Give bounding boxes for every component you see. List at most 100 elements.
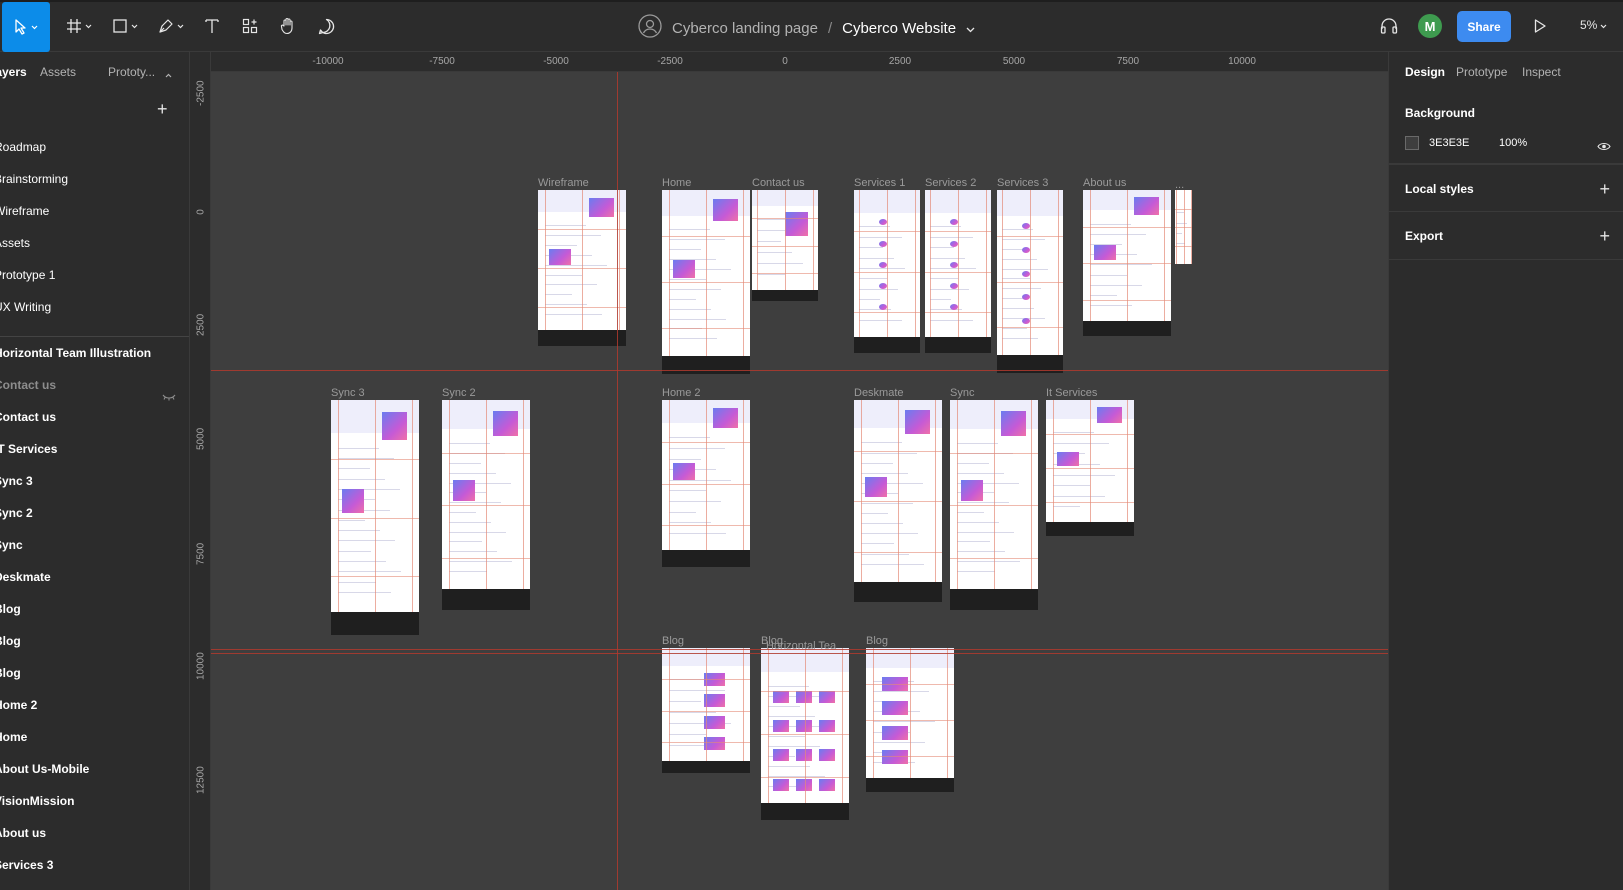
frame-label[interactable]: Services 1 bbox=[854, 177, 905, 189]
resources-tool[interactable] bbox=[238, 10, 262, 42]
pen-tool[interactable] bbox=[154, 10, 188, 42]
page-item-roadmap[interactable]: Roadmap bbox=[0, 131, 189, 163]
layer-item[interactable]: Deskmate bbox=[0, 561, 189, 593]
chevron-up-icon[interactable] bbox=[165, 67, 172, 81]
frame-label[interactable]: Sync bbox=[950, 387, 974, 399]
hand-tool[interactable] bbox=[276, 10, 300, 42]
layer-item[interactable]: Sync 2 bbox=[0, 497, 189, 529]
tab-layers[interactable]: Layers bbox=[0, 65, 27, 79]
frame-label[interactable]: Wireframe bbox=[538, 177, 589, 189]
frame-image bbox=[1093, 245, 1117, 260]
page-item-prototype-1[interactable]: Prototype 1 bbox=[0, 259, 189, 291]
frame-thumbnail[interactable] bbox=[662, 648, 750, 773]
frame-thumbnail[interactable] bbox=[866, 648, 954, 792]
frame-label[interactable]: Sync 3 bbox=[331, 387, 365, 399]
layer-item[interactable]: Blog bbox=[0, 593, 189, 625]
layer-item-hidden[interactable]: Contact us bbox=[0, 369, 189, 401]
layer-item[interactable]: Blog bbox=[0, 657, 189, 689]
frame-thumbnail[interactable] bbox=[925, 190, 991, 353]
frame-label[interactable]: Deskmate bbox=[854, 387, 904, 399]
frame-text-line bbox=[545, 284, 597, 285]
frame-label[interactable]: Contact us bbox=[752, 177, 805, 189]
frame-text-line bbox=[545, 294, 573, 295]
layer-item[interactable]: Blog bbox=[0, 625, 189, 657]
frame-label[interactable]: Sync 2 bbox=[442, 387, 476, 399]
layer-item[interactable]: Home 2 bbox=[0, 689, 189, 721]
eye-icon[interactable] bbox=[1597, 138, 1611, 156]
frame-thumbnail[interactable] bbox=[761, 648, 849, 820]
frame-thumbnail[interactable] bbox=[854, 190, 920, 353]
text-tool[interactable] bbox=[200, 10, 224, 42]
frame-label[interactable]: Home 2 bbox=[662, 387, 701, 399]
canvas[interactable]: Wireframe Home Contact us Services 1 Service… bbox=[190, 52, 1388, 890]
frame-text-line bbox=[768, 736, 805, 737]
layer-item[interactable]: Home bbox=[0, 721, 189, 753]
frame-thumbnail[interactable] bbox=[1046, 400, 1134, 536]
present-button[interactable] bbox=[1528, 10, 1552, 42]
layer-item[interactable]: Sync bbox=[0, 529, 189, 561]
share-button[interactable]: Share bbox=[1457, 11, 1511, 42]
frame-thumbnail[interactable] bbox=[331, 400, 419, 635]
move-tool[interactable] bbox=[2, 2, 50, 52]
background-color-swatch[interactable] bbox=[1405, 136, 1419, 150]
layer-item[interactable]: Horizontal Team Illustration bbox=[0, 337, 189, 369]
zoom-menu[interactable]: 5% bbox=[1580, 18, 1607, 32]
page-item-wireframe[interactable]: Wireframe bbox=[0, 195, 189, 227]
project-name[interactable]: Cyberco landing page bbox=[672, 20, 818, 37]
chevron-down-icon[interactable] bbox=[966, 20, 975, 37]
tab-assets[interactable]: Assets bbox=[40, 65, 76, 79]
layout-grid-row bbox=[662, 282, 750, 283]
frame-label[interactable]: About us bbox=[1083, 177, 1126, 189]
add-style-button[interactable]: + bbox=[1599, 180, 1610, 198]
frame-label[interactable]: Horizontal Tea bbox=[766, 640, 836, 652]
ruler-vertical[interactable]: -2500 0 2500 5000 7500 10000 12500 bbox=[190, 52, 211, 890]
frame-label[interactable]: Blog bbox=[866, 635, 888, 647]
frame-thumbnail[interactable] bbox=[1175, 190, 1192, 264]
file-name[interactable]: Cyberco Website bbox=[842, 20, 956, 37]
frame-label[interactable]: Services 2 bbox=[925, 177, 976, 189]
add-export-button[interactable]: + bbox=[1599, 227, 1610, 245]
tab-inspect[interactable]: Inspect bbox=[1522, 65, 1561, 79]
frame-thumbnail[interactable] bbox=[854, 400, 942, 602]
page-item-ux-writing[interactable]: UX Writing bbox=[0, 291, 189, 323]
ruler-horizontal[interactable]: -10000 -7500 -5000 -2500 0 2500 5000 750… bbox=[190, 52, 1388, 72]
ruler-tick-label: 7500 bbox=[1116, 56, 1140, 67]
background-opacity-input[interactable]: 100% bbox=[1499, 137, 1527, 149]
frame-thumbnail[interactable] bbox=[950, 400, 1038, 610]
layout-grid-row bbox=[761, 777, 849, 778]
frame-thumbnail[interactable] bbox=[662, 400, 750, 567]
page-item-brainstorming[interactable]: Brainstorming bbox=[0, 163, 189, 195]
user-avatar[interactable]: M bbox=[1418, 14, 1442, 38]
frame-thumbnail[interactable] bbox=[662, 190, 750, 374]
frame-text-line bbox=[768, 766, 811, 767]
layer-item[interactable]: Services 3 bbox=[0, 849, 189, 881]
eye-closed-icon[interactable] bbox=[162, 381, 176, 401]
frame-thumbnail[interactable] bbox=[752, 190, 818, 301]
layer-item[interactable]: About Us-Mobile bbox=[0, 753, 189, 785]
tab-prototype[interactable]: Prototype bbox=[1456, 65, 1507, 79]
background-hex-input[interactable]: 3E3E3E bbox=[1429, 137, 1469, 149]
frame-thumbnail[interactable] bbox=[442, 400, 530, 610]
frame-thumbnail[interactable] bbox=[1083, 190, 1171, 336]
frame-label[interactable]: Blog bbox=[662, 635, 684, 647]
frame-tool[interactable] bbox=[62, 10, 96, 42]
frame-thumbnail[interactable] bbox=[538, 190, 626, 346]
layer-item[interactable]: IT Services bbox=[0, 433, 189, 465]
comment-tool[interactable] bbox=[314, 10, 338, 42]
layout-grid-row bbox=[866, 720, 954, 721]
frame-label[interactable]: Home bbox=[662, 177, 691, 189]
layer-item[interactable]: Sync 3 bbox=[0, 465, 189, 497]
frame-label[interactable]: Services 3 bbox=[997, 177, 1048, 189]
frame-label[interactable]: It Services bbox=[1046, 387, 1097, 399]
frame-thumbnail[interactable] bbox=[997, 190, 1063, 373]
add-page-button[interactable]: + bbox=[157, 100, 168, 118]
tab-design[interactable]: Design bbox=[1405, 65, 1445, 79]
tab-prototype-pages[interactable]: Prototy... bbox=[108, 65, 155, 79]
audio-button[interactable] bbox=[1375, 10, 1403, 42]
layer-item[interactable]: VisionMission bbox=[0, 785, 189, 817]
layer-item[interactable]: Contact us bbox=[0, 401, 189, 433]
layer-item[interactable]: About us bbox=[0, 817, 189, 849]
frame-image bbox=[493, 411, 518, 436]
page-item-assets[interactable]: Assets bbox=[0, 227, 189, 259]
shape-tool[interactable] bbox=[108, 10, 142, 42]
